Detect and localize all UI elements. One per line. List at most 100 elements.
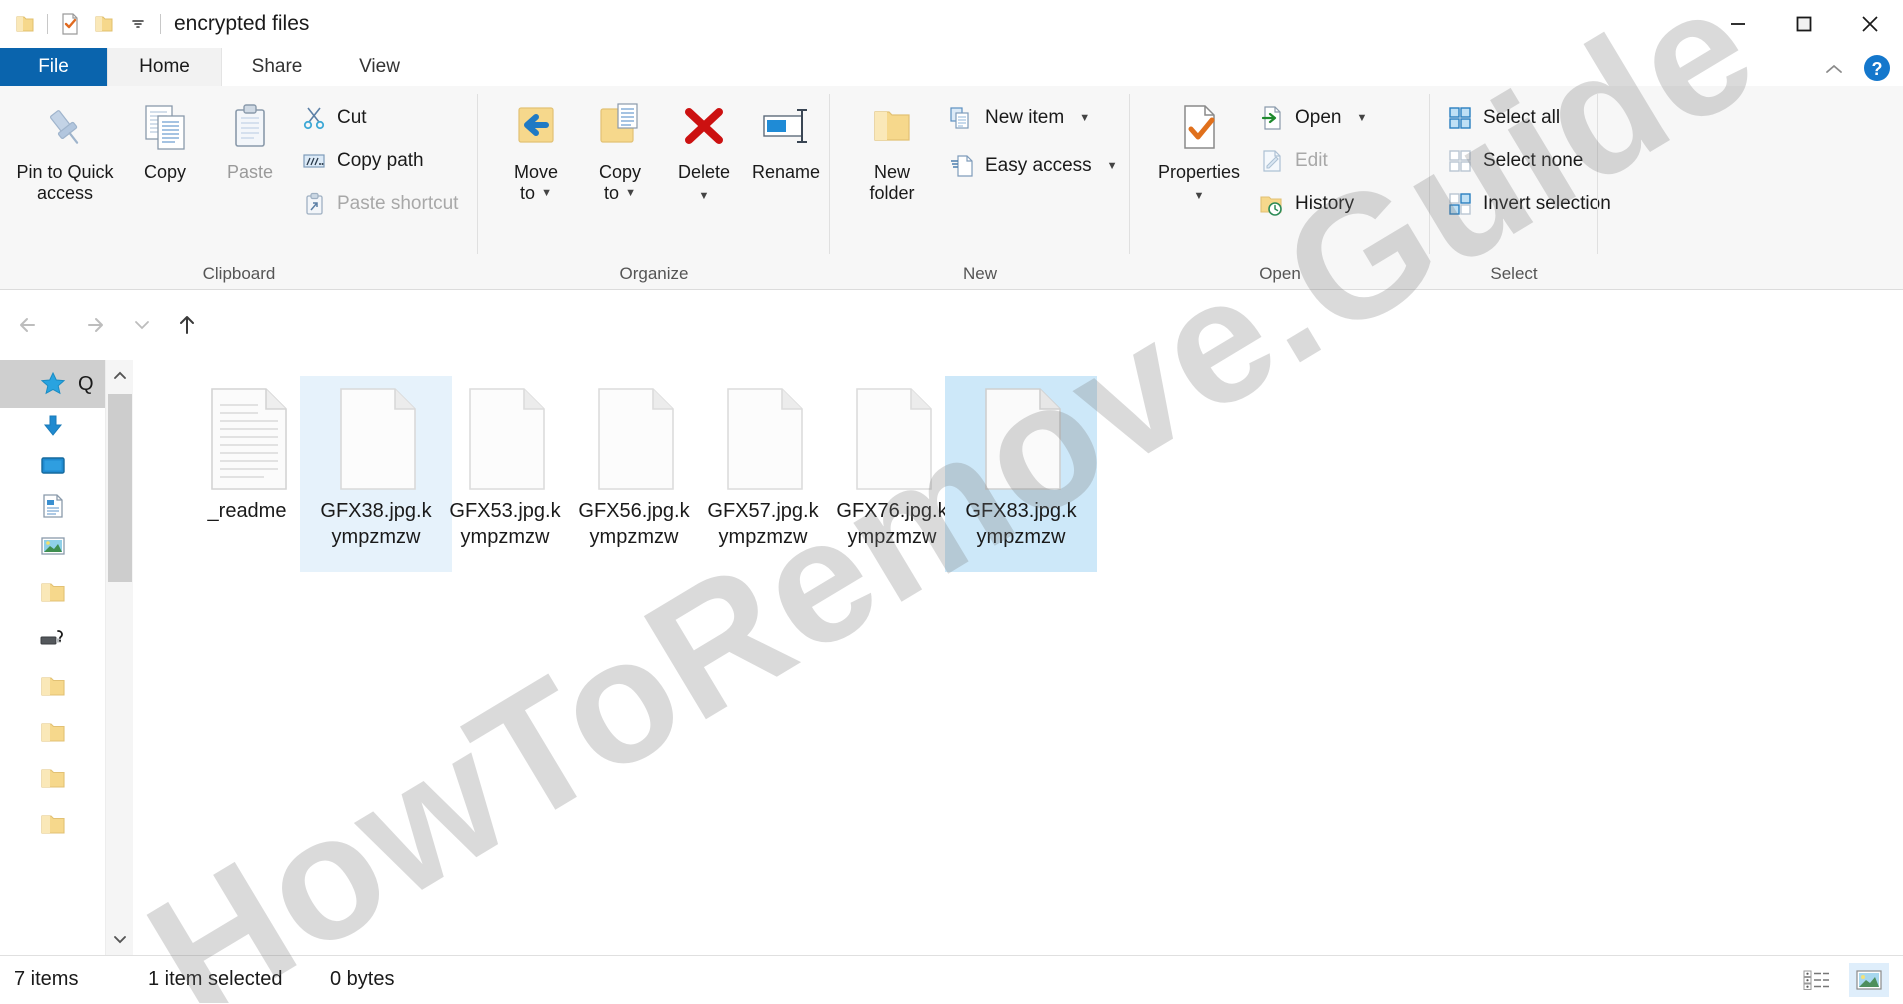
sidebar-item-removable-drive[interactable]: [0, 615, 105, 663]
folder-icon: [36, 807, 70, 841]
chevron-down-icon[interactable]: ▼: [625, 188, 636, 199]
rename-button[interactable]: Rename: [740, 94, 832, 183]
move-to-button[interactable]: Move to ▼: [494, 94, 578, 204]
sidebar-item-folder-5[interactable]: [0, 800, 105, 848]
select-all-icon: [1446, 104, 1474, 132]
text-document-icon: [199, 384, 295, 494]
rename-label: Rename: [751, 162, 821, 182]
status-bar: 7 items 1 item selected 0 bytes: [0, 955, 1903, 1003]
pin-to-quick-access-label-line1: Pin to Quick: [16, 162, 114, 182]
sidebar-scrollbar[interactable]: [105, 360, 133, 955]
selection-count: 1 item selected: [148, 968, 283, 990]
help-icon[interactable]: ?: [1861, 52, 1893, 84]
chevron-down-icon[interactable]: [121, 7, 155, 41]
qat-divider: [47, 14, 48, 34]
desktop-icon: [36, 449, 70, 483]
folder-icon[interactable]: [8, 7, 42, 41]
properties-check-icon[interactable]: [53, 7, 87, 41]
up-button[interactable]: [168, 306, 206, 344]
collapse-ribbon-icon[interactable]: [1821, 56, 1847, 82]
folder-icon: [36, 715, 70, 749]
blank-document-icon: [457, 384, 553, 494]
file-name-line2: ympzmzw: [847, 526, 937, 548]
blank-document-icon: [328, 384, 424, 494]
copy-button[interactable]: Copy: [122, 94, 208, 183]
downloads-arrow-icon: [36, 409, 70, 443]
pin-to-quick-access-button[interactable]: Pin to Quick access: [10, 94, 120, 204]
chevron-down-icon[interactable]: ▼: [541, 188, 552, 199]
chevron-down-icon[interactable]: ▼: [699, 190, 710, 202]
sidebar-item-folder-4[interactable]: [0, 754, 105, 802]
new-item-icon: [948, 104, 976, 132]
new-folder-button[interactable]: New folder: [846, 94, 938, 204]
new-folder-label-line1: New: [873, 162, 910, 182]
details-view-button[interactable]: [1797, 963, 1837, 997]
maximize-button[interactable]: [1771, 0, 1837, 48]
tab-share[interactable]: Share: [222, 48, 332, 86]
scroll-down-icon[interactable]: [106, 923, 134, 955]
usb-drive-icon: [36, 622, 70, 656]
new-item-label: New item: [985, 107, 1065, 128]
new-folder-icon: [863, 94, 921, 156]
recent-locations-button[interactable]: [128, 306, 156, 344]
ribbon: Pin to Quick access Copy Paste Cut Copy …: [0, 86, 1903, 290]
file-name-line1: GFX57.jpg.k: [707, 500, 819, 522]
blank-document-icon: [844, 384, 940, 494]
file-name-line1: GFX38.jpg.k: [320, 500, 432, 522]
copy-to-button[interactable]: Copy to ▼: [578, 94, 662, 204]
close-button[interactable]: [1837, 0, 1903, 48]
chevron-down-icon[interactable]: ▼: [1356, 112, 1367, 124]
properties-label: Properties: [1157, 162, 1241, 182]
ribbon-group-label-clipboard: Clipboard: [202, 264, 276, 283]
large-icons-view-button[interactable]: [1849, 963, 1889, 997]
file-list[interactable]: _readme GFX38.jpg.k ympzmzw GFX53.jpg.k …: [133, 360, 1903, 955]
properties-button[interactable]: Properties ▼: [1144, 94, 1254, 204]
history-label: History: [1295, 193, 1355, 214]
sidebar-item-quick-access[interactable]: Q: [0, 360, 105, 408]
sidebar-item-folder-2[interactable]: [0, 662, 105, 710]
window-controls: [1705, 0, 1903, 48]
scrollbar-thumb[interactable]: [108, 394, 132, 582]
sidebar-item-label: Q: [78, 372, 94, 395]
delete-button[interactable]: Delete ▼: [662, 94, 746, 204]
scroll-up-icon[interactable]: [106, 360, 134, 392]
minimize-button[interactable]: [1705, 0, 1771, 48]
file-name-line1: GFX83.jpg.k: [965, 500, 1077, 522]
new-folder-icon[interactable]: [87, 7, 121, 41]
properties-icon: [1171, 94, 1227, 156]
select-all-button[interactable]: Select all: [1446, 104, 1560, 132]
open-button[interactable]: Open ▼: [1258, 104, 1367, 132]
new-folder-label-line2: folder: [869, 183, 915, 204]
tab-file[interactable]: File: [0, 48, 107, 86]
sidebar-item-folder-1[interactable]: [0, 568, 105, 616]
new-item-button[interactable]: New item ▼: [948, 104, 1090, 132]
invert-selection-button[interactable]: Invert selection: [1446, 190, 1611, 218]
open-label: Open: [1295, 107, 1342, 128]
paste-button[interactable]: Paste: [208, 94, 292, 183]
file-item-gfx83[interactable]: GFX83.jpg.k ympzmzw: [945, 376, 1097, 572]
forward-button[interactable]: [75, 306, 113, 344]
ribbon-group-organize: Move to ▼ Copy to ▼ Delete ▼ Rename Orga…: [478, 86, 830, 290]
chevron-down-icon[interactable]: ▼: [1079, 112, 1090, 124]
select-none-label: Select none: [1483, 150, 1584, 171]
cut-button[interactable]: Cut: [300, 104, 367, 132]
history-button[interactable]: History: [1258, 190, 1354, 218]
back-button[interactable]: [10, 306, 48, 344]
chevron-down-icon[interactable]: ▼: [1107, 160, 1118, 172]
rename-icon: [755, 94, 817, 156]
title-bar: encrypted files: [0, 0, 1903, 48]
tab-view[interactable]: View: [332, 48, 427, 86]
easy-access-button[interactable]: Easy access ▼: [948, 152, 1118, 180]
ribbon-group-label-new: New: [962, 264, 997, 283]
paste-shortcut-button[interactable]: Paste shortcut: [300, 190, 458, 218]
chevron-down-icon[interactable]: ▼: [1194, 190, 1205, 202]
sidebar-item-folder-3[interactable]: [0, 708, 105, 756]
select-none-button[interactable]: Select none: [1446, 147, 1583, 175]
copy-path-button[interactable]: Copy path: [300, 147, 424, 175]
edit-button[interactable]: Edit: [1258, 147, 1328, 175]
tab-home[interactable]: Home: [107, 48, 222, 86]
paste-icon: [221, 94, 279, 156]
sidebar-item-pictures[interactable]: [0, 522, 105, 570]
cut-label: Cut: [337, 107, 367, 128]
paste-shortcut-icon: [300, 190, 328, 218]
